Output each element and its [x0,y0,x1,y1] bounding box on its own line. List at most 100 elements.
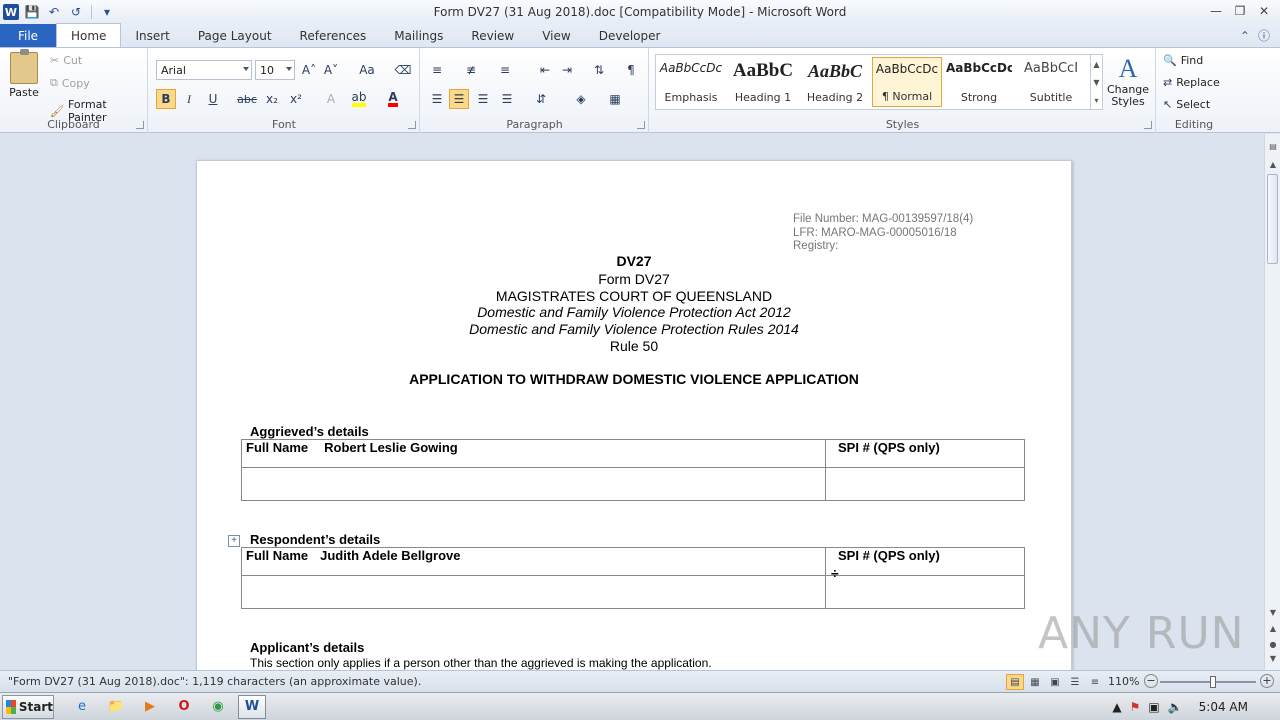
zoom-slider[interactable] [1160,676,1256,688]
align-center-icon[interactable]: ☰ [449,89,469,109]
scroll-thumb[interactable] [1267,174,1278,264]
line-spacing-icon[interactable]: ⇵ [531,89,551,109]
opera-icon[interactable]: O [170,695,198,719]
zoom-out-icon[interactable]: − [1144,674,1158,688]
volume-icon[interactable]: 🔈 [1168,700,1183,714]
show-formatting-icon[interactable]: ¶ [621,60,641,80]
close-icon[interactable]: ✕ [1254,2,1274,20]
tab-page-layout[interactable]: Page Layout [184,24,286,47]
copy-button[interactable]: ⧉ Copy [50,76,90,90]
style-normal[interactable]: AaBbCcDc ¶ Normal [872,57,942,107]
full-name-cell[interactable]: Full Name Judith Adele Bellgrove [241,547,826,576]
cut-button[interactable]: ✂ Cut [50,54,82,67]
full-name-cell[interactable]: Full Name Robert Leslie Gowing [241,439,826,468]
tab-mailings[interactable]: Mailings [380,24,457,47]
more-styles-icon[interactable]: ▾ [1094,96,1098,105]
italic-button[interactable]: I [179,89,199,109]
tab-file[interactable]: File [0,24,56,47]
tab-review[interactable]: Review [457,24,528,47]
justify-icon[interactable]: ☰ [497,89,517,109]
media-player-icon[interactable]: ▶ [136,695,164,719]
zoom-in-icon[interactable]: + [1260,674,1274,688]
font-family-select[interactable]: Arial [156,60,252,80]
highlight-icon[interactable]: ab [349,89,369,109]
change-styles-button[interactable]: A Change Styles [1106,54,1150,112]
ruler-toggle-icon[interactable]: ▤ [1268,142,1278,151]
minimize-ribbon-icon[interactable]: ⌃ [1240,29,1250,43]
strikethrough-button[interactable]: abc [237,89,257,109]
shrink-font-icon[interactable]: A˅ [321,60,341,80]
styles-launcher-icon[interactable] [1144,121,1152,129]
spi-cell[interactable]: SPI # (QPS only) [825,547,1025,576]
borders-icon[interactable]: ▦ [605,89,625,109]
style-heading-1[interactable]: AaBbC Heading 1 [728,57,798,107]
multilevel-list-icon[interactable]: ≡ [495,60,515,80]
network-icon[interactable]: ▣ [1148,700,1159,714]
tab-references[interactable]: References [286,24,381,47]
align-right-icon[interactable]: ☰ [473,89,493,109]
replace-button[interactable]: ⇄ Replace [1163,76,1220,89]
web-layout-icon[interactable]: ▣ [1046,674,1064,690]
font-launcher-icon[interactable] [408,121,416,129]
shading-icon[interactable]: ◈ [571,89,591,109]
style-strong[interactable]: AaBbCcDc Strong [944,57,1014,107]
scroll-up-icon[interactable]: ▲ [1268,160,1278,169]
empty-cell[interactable] [825,575,1025,609]
word-app-icon[interactable]: W [3,4,19,20]
chevron-up-icon[interactable]: ▲ [1093,60,1099,69]
undo-icon[interactable]: ↶ [45,3,63,21]
document-page[interactable]: File Number: MAG-00139597/18(4) LFR: MAR… [196,160,1072,670]
decrease-indent-icon[interactable]: ⇤ [535,60,555,80]
empty-cell[interactable] [825,467,1025,501]
redo-icon[interactable]: ↺ [67,3,85,21]
zoom-level[interactable]: 110% [1108,675,1139,688]
action-center-icon[interactable]: ⚑ [1130,700,1141,714]
change-case-icon[interactable]: Aa [353,60,381,80]
restore-icon[interactable]: ❐ [1230,2,1250,20]
browse-object-icon[interactable]: ● [1268,640,1278,649]
zoom-slider-knob[interactable] [1209,676,1216,688]
underline-button[interactable]: U [203,89,223,109]
tab-view[interactable]: View [528,24,584,47]
style-subtitle[interactable]: AaBbCcI Subtitle [1016,57,1086,107]
bullets-icon[interactable]: ≡ [427,60,447,80]
tab-developer[interactable]: Developer [585,24,675,47]
subscript-button[interactable]: x₂ [262,89,282,109]
table-move-handle-icon[interactable]: + [228,535,240,547]
help-icon[interactable]: ⓘ [1258,27,1270,44]
previous-page-icon[interactable]: ▲ [1268,624,1278,633]
font-color-icon[interactable]: A [383,89,403,109]
print-layout-icon[interactable]: ▤ [1006,674,1024,690]
customize-qat-icon[interactable]: ▾ [98,3,116,21]
empty-cell[interactable] [241,467,826,501]
outline-icon[interactable]: ☰ [1066,674,1084,690]
tab-home[interactable]: Home [56,23,122,47]
scroll-down-icon[interactable]: ▼ [1268,608,1278,617]
style-emphasis[interactable]: AaBbCcDc Emphasis [656,57,726,107]
grow-font-icon[interactable]: A˄ [299,60,319,80]
full-screen-reading-icon[interactable]: ▦ [1026,674,1044,690]
align-left-icon[interactable]: ☰ [427,89,447,109]
aggrieved-table[interactable]: Full Name Robert Leslie Gowing SPI # (QPS… [241,439,1025,501]
clipboard-launcher-icon[interactable] [136,121,144,129]
empty-cell[interactable] [241,575,826,609]
minimize-icon[interactable]: — [1206,2,1226,20]
vertical-scrollbar[interactable]: ▤ ▲ ▼ ▲ ● ▼ [1264,134,1280,670]
document-area[interactable]: File Number: MAG-00139597/18(4) LFR: MAR… [0,134,1264,670]
bold-button[interactable]: B [156,89,176,109]
tab-insert[interactable]: Insert [121,24,183,47]
sort-icon[interactable]: ⇅ [589,60,609,80]
clear-formatting-icon[interactable]: ⌫ [393,60,413,80]
paste-button[interactable]: Paste [6,49,42,110]
increase-indent-icon[interactable]: ⇥ [557,60,577,80]
clock[interactable]: 5:04 AM [1199,700,1248,714]
select-button[interactable]: ↖ Select [1163,98,1210,111]
start-button[interactable]: Start [2,694,54,719]
font-size-select[interactable]: 10 [255,60,295,80]
spi-cell[interactable]: SPI # (QPS only) [825,439,1025,468]
style-heading-2[interactable]: AaBbC Heading 2 [800,57,870,107]
numbering-icon[interactable]: ≢ [461,60,481,80]
superscript-button[interactable]: x² [286,89,306,109]
paragraph-launcher-icon[interactable] [637,121,645,129]
chrome-icon[interactable]: ◉ [204,695,232,719]
